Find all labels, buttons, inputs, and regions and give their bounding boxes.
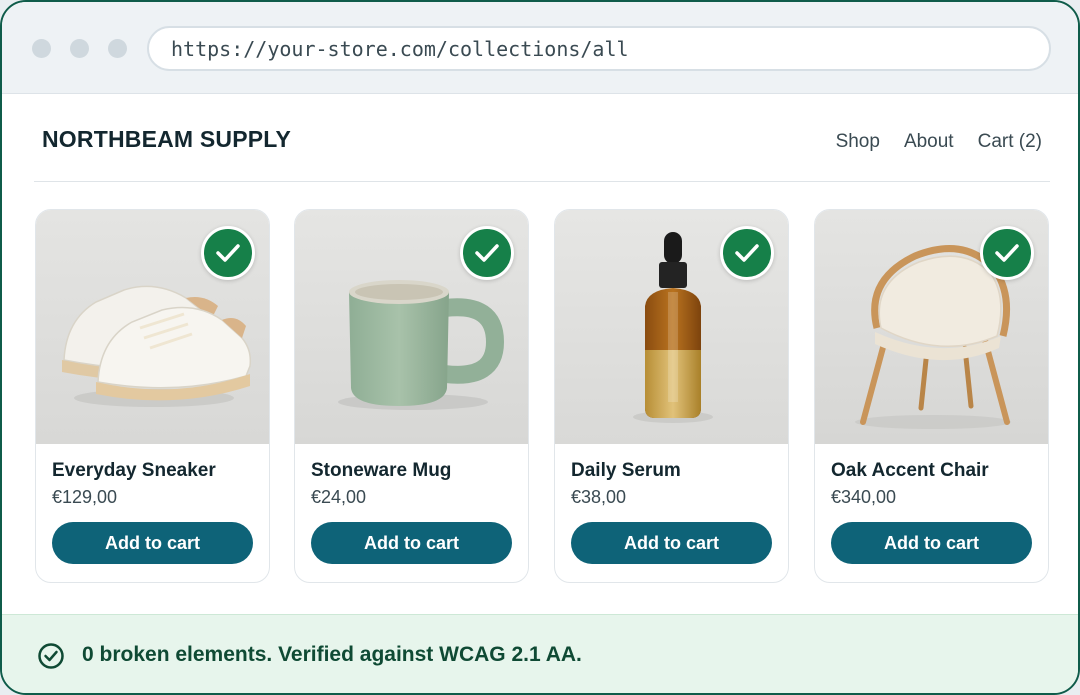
add-to-cart-button[interactable]: Add to cart	[52, 522, 253, 564]
browser-chrome: https://your-store.com/collections/all	[2, 2, 1078, 94]
nav-shop-link[interactable]: Shop	[836, 131, 880, 153]
product-card: Daily Serum €38,00 Add to cart	[554, 209, 789, 583]
window-control-dot[interactable]	[70, 39, 89, 58]
product-price: €340,00	[831, 487, 897, 507]
address-bar[interactable]: https://your-store.com/collections/all	[147, 26, 1051, 71]
verification-status-bar: 0 broken elements. Verified against WCAG…	[2, 614, 1078, 693]
verified-badge	[201, 226, 255, 280]
check-icon	[216, 244, 240, 262]
status-message: 0 broken elements. Verified against WCAG…	[82, 643, 582, 666]
product-price: €24,00	[311, 487, 367, 507]
check-icon	[735, 244, 759, 262]
main-nav: Shop About Cart (2)	[836, 131, 1042, 153]
add-to-cart-button[interactable]: Add to cart	[571, 522, 772, 564]
product-title[interactable]: Everyday Sneaker	[52, 460, 216, 482]
serum-bottle-image[interactable]	[555, 210, 788, 444]
product-card: Stoneware Mug €24,00 Add to cart	[294, 209, 529, 583]
check-circle-icon	[38, 643, 64, 669]
verified-badge	[460, 226, 514, 280]
mug-image[interactable]	[295, 210, 528, 444]
window-control-dot[interactable]	[32, 39, 51, 58]
store-logo[interactable]: NORTHBEAM SUPPLY	[42, 126, 291, 153]
product-grid: Everyday Sneaker €129,00 Add to cart Sto…	[35, 209, 1050, 583]
check-icon	[995, 244, 1019, 262]
check-icon	[475, 244, 499, 262]
verified-badge	[720, 226, 774, 280]
window-control-dot[interactable]	[108, 39, 127, 58]
url-text: https://your-store.com/collections/all	[171, 36, 629, 61]
verified-badge	[980, 226, 1034, 280]
product-price: €129,00	[52, 487, 118, 507]
nav-about-link[interactable]: About	[904, 131, 954, 153]
chair-image[interactable]	[815, 210, 1048, 444]
product-card: Oak Accent Chair €340,00 Add to cart	[814, 209, 1049, 583]
browser-window: https://your-store.com/collections/all N…	[0, 0, 1080, 695]
nav-cart-link[interactable]: Cart (2)	[978, 131, 1042, 153]
add-to-cart-button[interactable]: Add to cart	[831, 522, 1032, 564]
product-price: €38,00	[571, 487, 627, 507]
product-card: Everyday Sneaker €129,00 Add to cart	[35, 209, 270, 583]
product-title[interactable]: Stoneware Mug	[311, 460, 451, 482]
product-title[interactable]: Daily Serum	[571, 460, 681, 482]
site-header: NORTHBEAM SUPPLY Shop About Cart (2)	[34, 94, 1050, 182]
product-title[interactable]: Oak Accent Chair	[831, 460, 989, 482]
sneaker-image[interactable]	[36, 210, 269, 444]
add-to-cart-button[interactable]: Add to cart	[311, 522, 512, 564]
